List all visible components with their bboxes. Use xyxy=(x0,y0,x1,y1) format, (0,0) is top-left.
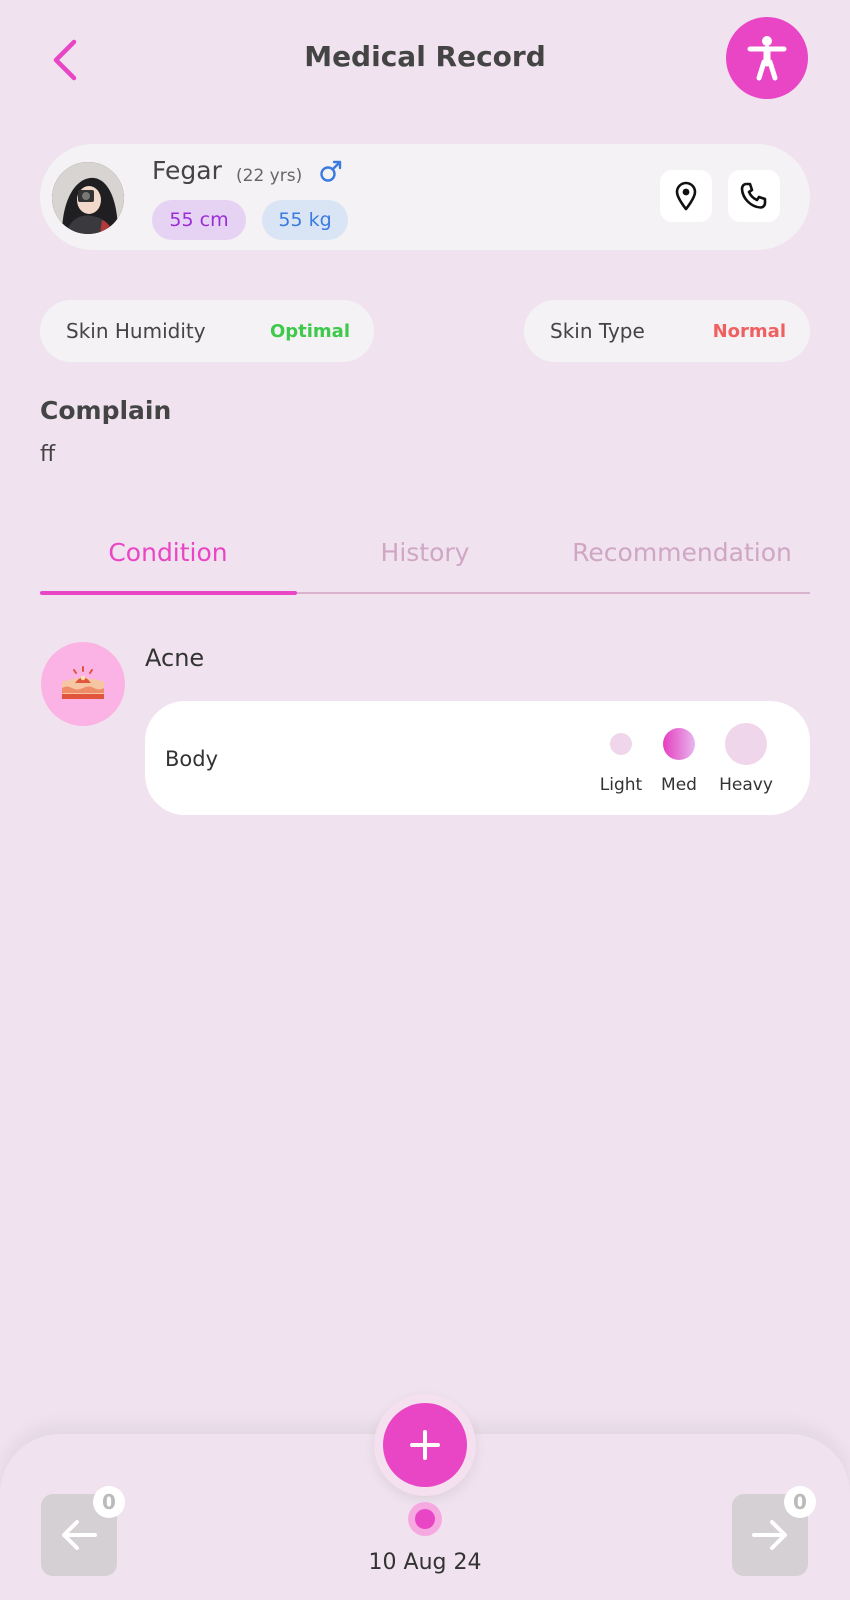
arrow-right-icon xyxy=(752,1520,787,1550)
severity-card: Body Light Med Heavy xyxy=(145,701,810,815)
record-date: 10 Aug 24 xyxy=(368,1550,482,1575)
condition-name: Acne xyxy=(145,644,205,672)
complain-heading: Complain xyxy=(40,396,172,425)
accessibility-icon xyxy=(747,36,787,81)
skin-type-label: Skin Type xyxy=(550,319,645,343)
tab-active-indicator xyxy=(40,591,297,595)
location-button[interactable] xyxy=(660,170,712,222)
severity-label-heavy: Heavy xyxy=(719,775,773,795)
previous-count-badge: 0 xyxy=(93,1486,125,1518)
height-badge: 55 cm xyxy=(152,200,246,240)
accessibility-button[interactable] xyxy=(726,17,808,99)
skin-humidity-value: Optimal xyxy=(269,320,350,342)
plus-icon xyxy=(410,1430,440,1460)
tab-recommendation[interactable]: Recommendation xyxy=(554,538,810,567)
body-area-label: Body xyxy=(165,747,219,771)
tab-history[interactable]: History xyxy=(297,538,553,567)
avatar xyxy=(52,162,124,234)
call-button[interactable] xyxy=(728,170,780,222)
patient-card: Fegar (22 yrs) 55 cm 55 kg xyxy=(40,144,810,250)
next-count-badge: 0 xyxy=(784,1486,816,1518)
severity-dot-light xyxy=(610,733,632,755)
weight-badge: 55 kg xyxy=(262,200,348,240)
severity-option-heavy[interactable]: Heavy xyxy=(711,719,781,795)
skin-type-value: Normal xyxy=(712,320,786,342)
skin-humidity-label: Skin Humidity xyxy=(66,319,206,343)
acne-icon xyxy=(41,642,125,726)
add-record-button[interactable] xyxy=(383,1403,467,1487)
severity-dot-med xyxy=(663,728,695,760)
phone-icon xyxy=(740,182,767,209)
severity-label-light: Light xyxy=(599,775,643,795)
skin-type-pill: Skin Type Normal xyxy=(524,300,810,362)
location-pin-icon xyxy=(675,181,697,211)
male-icon xyxy=(320,160,342,182)
severity-option-med[interactable]: Med xyxy=(651,719,707,795)
arrow-left-icon xyxy=(62,1520,97,1550)
date-indicator-dot xyxy=(408,1502,442,1536)
patient-age: (22 yrs) xyxy=(236,166,303,186)
severity-label-med: Med xyxy=(661,775,697,795)
skin-humidity-pill: Skin Humidity Optimal xyxy=(40,300,374,362)
header: Medical Record xyxy=(0,0,850,120)
severity-dot-heavy xyxy=(725,723,767,765)
severity-option-light[interactable]: Light xyxy=(595,719,647,795)
complain-text: ff xyxy=(40,442,56,467)
page-title: Medical Record xyxy=(304,40,546,73)
tab-condition[interactable]: Condition xyxy=(40,538,296,567)
tab-bar: Condition History Recommendation xyxy=(40,530,810,596)
patient-name: Fegar xyxy=(152,156,222,185)
